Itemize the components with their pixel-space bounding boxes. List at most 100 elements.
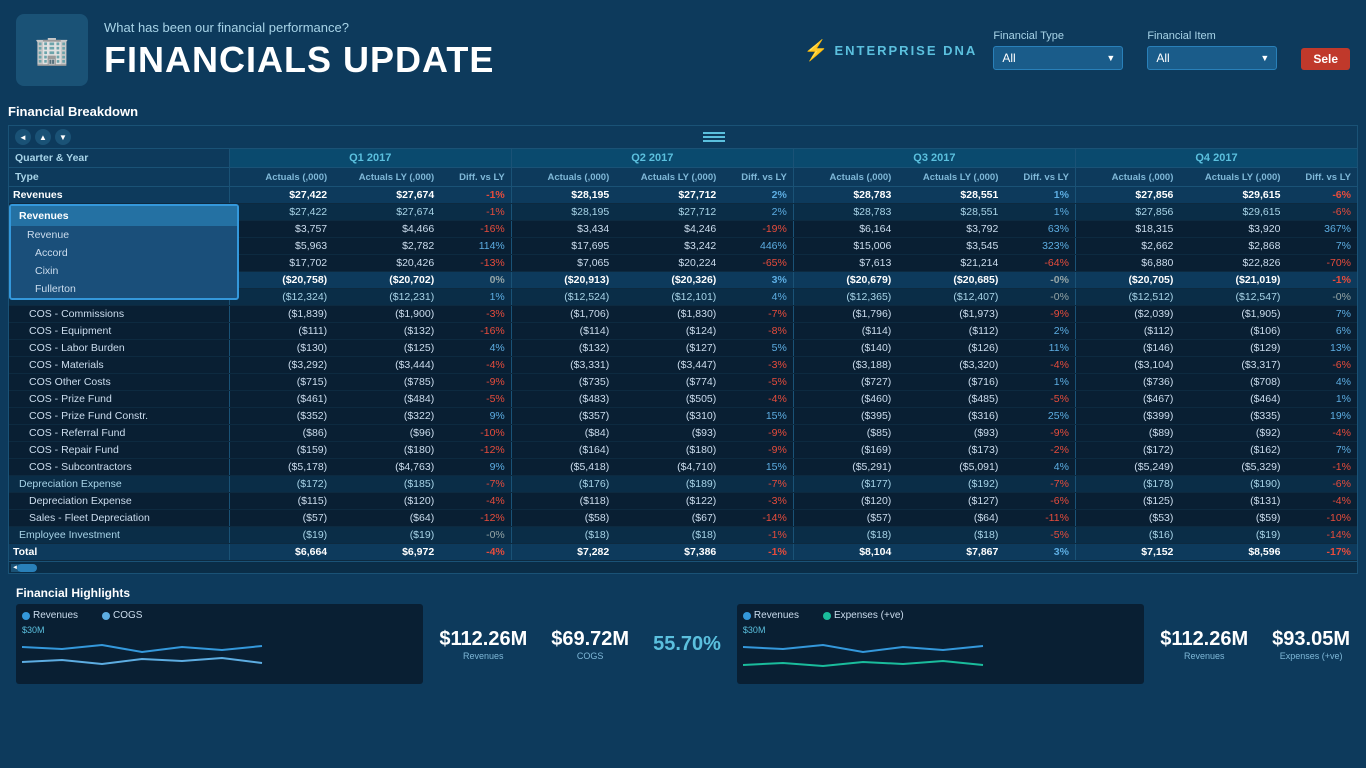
row-q3-actuals: ($1,796) <box>793 306 897 323</box>
nav-down-btn[interactable]: ▼ <box>55 129 71 145</box>
row-q4-ly: ($59) <box>1179 510 1286 527</box>
financial-item-select[interactable]: All Revenue COGS Expenses <box>1147 46 1277 70</box>
financial-type-select-wrapper[interactable]: All Revenue Expenses <box>993 46 1123 70</box>
row-q4-actuals: $2,662 <box>1075 238 1179 255</box>
row-q2-actuals: ($176) <box>511 476 615 493</box>
row-q3-diff: 1% <box>1004 204 1075 221</box>
popup-item-cixin[interactable]: Cixin <box>11 262 237 280</box>
stat-cogs: $69.72M COGS <box>551 628 629 661</box>
table-row[interactable]: COS - Prize Fund Constr. ($352) ($322) 9… <box>9 408 1357 425</box>
row-q1-actuals: ($715) <box>229 374 333 391</box>
row-q4-diff: -10% <box>1286 510 1357 527</box>
row-q3-diff: 63% <box>1004 221 1075 238</box>
row-q1-actuals: ($20,758) <box>229 272 333 289</box>
nav-up-btn[interactable]: ▲ <box>35 129 51 145</box>
row-q1-diff: 9% <box>440 459 511 476</box>
col-header-q2: Q2 2017 <box>511 149 793 168</box>
row-q2-ly: ($127) <box>615 340 722 357</box>
stat-percent: 55.70% <box>653 633 721 656</box>
brand-name: ENTERPRISE DNA <box>834 43 977 58</box>
row-q1-ly: ($180) <box>333 442 440 459</box>
table-row[interactable]: Depreciation Expense ($172) ($185) -7% (… <box>9 476 1357 493</box>
row-q2-diff: -9% <box>722 442 793 459</box>
row-q1-ly: ($125) <box>333 340 440 357</box>
row-name: COS - Labor Burden <box>9 340 229 357</box>
row-q4-actuals: ($736) <box>1075 374 1179 391</box>
row-name: Sales - Fleet Depreciation <box>9 510 229 527</box>
row-q1-diff: -12% <box>440 442 511 459</box>
scroll-thumb[interactable] <box>17 564 37 572</box>
table-row[interactable]: COS - Materials ($3,292) ($3,444) -4% ($… <box>9 357 1357 374</box>
table-row[interactable]: Depreciation Expense ($115) ($120) -4% (… <box>9 493 1357 510</box>
table-row[interactable]: Sales - Fleet Depreciation ($57) ($64) -… <box>9 510 1357 527</box>
financial-item-select-wrapper[interactable]: All Revenue COGS Expenses <box>1147 46 1277 70</box>
row-q3-diff: 25% <box>1004 408 1075 425</box>
row-q3-ly: $3,792 <box>897 221 1004 238</box>
row-q2-actuals: ($18) <box>511 527 615 544</box>
row-q2-ly: ($505) <box>615 391 722 408</box>
row-q2-ly: $7,386 <box>615 544 722 561</box>
row-q3-diff: 11% <box>1004 340 1075 357</box>
popup-item-accord[interactable]: Accord <box>11 244 237 262</box>
row-q1-diff: -3% <box>440 306 511 323</box>
row-q1-ly: $4,466 <box>333 221 440 238</box>
row-q1-actuals: ($172) <box>229 476 333 493</box>
table-row[interactable]: COS - Referral Fund ($86) ($96) -10% ($8… <box>9 425 1357 442</box>
row-q3-diff: -4% <box>1004 357 1075 374</box>
row-q4-diff: -6% <box>1286 204 1357 221</box>
col-subheader-q2-ly: Actuals LY (,000) <box>615 168 722 187</box>
table-row[interactable]: COS - Labor Burden ($130) ($125) 4% ($13… <box>9 340 1357 357</box>
row-q1-diff: -4% <box>440 493 511 510</box>
row-q2-ly: $20,224 <box>615 255 722 272</box>
table-row[interactable]: COS - Prize Fund ($461) ($484) -5% ($483… <box>9 391 1357 408</box>
table-row[interactable]: COS - Repair Fund ($159) ($180) -12% ($1… <box>9 442 1357 459</box>
row-q4-ly: ($335) <box>1179 408 1286 425</box>
col-subheader-q1-diff: Diff. vs LY <box>440 168 511 187</box>
table-row[interactable]: COS - Commissions ($1,839) ($1,900) -3% … <box>9 306 1357 323</box>
row-q2-diff: -9% <box>722 425 793 442</box>
horizontal-scrollbar[interactable]: ◄ <box>9 561 1357 573</box>
row-q1-actuals: ($115) <box>229 493 333 510</box>
row-q4-diff: 367% <box>1286 221 1357 238</box>
col-subheader-q1-ly: Actuals LY (,000) <box>333 168 440 187</box>
row-q1-actuals: ($130) <box>229 340 333 357</box>
row-q1-ly: ($12,231) <box>333 289 440 306</box>
table-row: Revenues $27,422 $27,674 -1% $28,195 $27… <box>9 187 1357 204</box>
row-q4-actuals: ($16) <box>1075 527 1179 544</box>
header-brand: ⚡ ENTERPRISE DNA <box>804 38 978 63</box>
table-row[interactable]: COS - Equipment ($111) ($132) -16% ($114… <box>9 323 1357 340</box>
popup-item-fullerton[interactable]: Fullerton <box>11 280 237 298</box>
row-q2-ly: ($124) <box>615 323 722 340</box>
stat-revenues-2: $112.26M Revenues <box>1160 628 1248 661</box>
table-row[interactable]: COS Other Costs ($715) ($785) -9% ($735)… <box>9 374 1357 391</box>
row-q2-diff: -8% <box>722 323 793 340</box>
table-row[interactable]: Employee Investment ($19) ($19) -0% ($18… <box>9 527 1357 544</box>
sele-button[interactable]: Sele <box>1301 48 1350 70</box>
row-q3-diff: -0% <box>1004 272 1075 289</box>
row-q2-ly: ($774) <box>615 374 722 391</box>
row-q4-ly: ($106) <box>1179 323 1286 340</box>
logo-icon: 🏢 <box>35 34 70 67</box>
cogs-dot <box>102 612 110 620</box>
header-question: What has been our financial performance? <box>104 20 772 35</box>
row-q4-ly: ($129) <box>1179 340 1286 357</box>
row-q3-ly: ($127) <box>897 493 1004 510</box>
col-subheader-q2-actuals: Actuals (,000) <box>511 168 615 187</box>
row-q4-ly: ($12,547) <box>1179 289 1286 306</box>
col-header-q1: Q1 2017 <box>229 149 511 168</box>
financial-type-select[interactable]: All Revenue Expenses <box>993 46 1123 70</box>
nav-left-btn[interactable]: ◄ <box>15 129 31 145</box>
row-name: Revenues <box>9 187 229 204</box>
row-name: Total <box>9 544 229 561</box>
popup-item-revenues[interactable]: Revenues <box>11 206 237 226</box>
popup-item-revenue[interactable]: Revenue <box>11 226 237 244</box>
table-row[interactable]: COS - Subcontractors ($5,178) ($4,763) 9… <box>9 459 1357 476</box>
row-q3-ly: ($192) <box>897 476 1004 493</box>
row-q4-ly: ($21,019) <box>1179 272 1286 289</box>
revenues-popup[interactable]: Revenues Revenue Accord Cixin Fullerton <box>9 204 239 300</box>
row-q3-ly: $3,545 <box>897 238 1004 255</box>
row-q2-diff: -7% <box>722 306 793 323</box>
row-q3-diff: -7% <box>1004 476 1075 493</box>
row-name: COS - Repair Fund <box>9 442 229 459</box>
row-name: COS - Prize Fund Constr. <box>9 408 229 425</box>
